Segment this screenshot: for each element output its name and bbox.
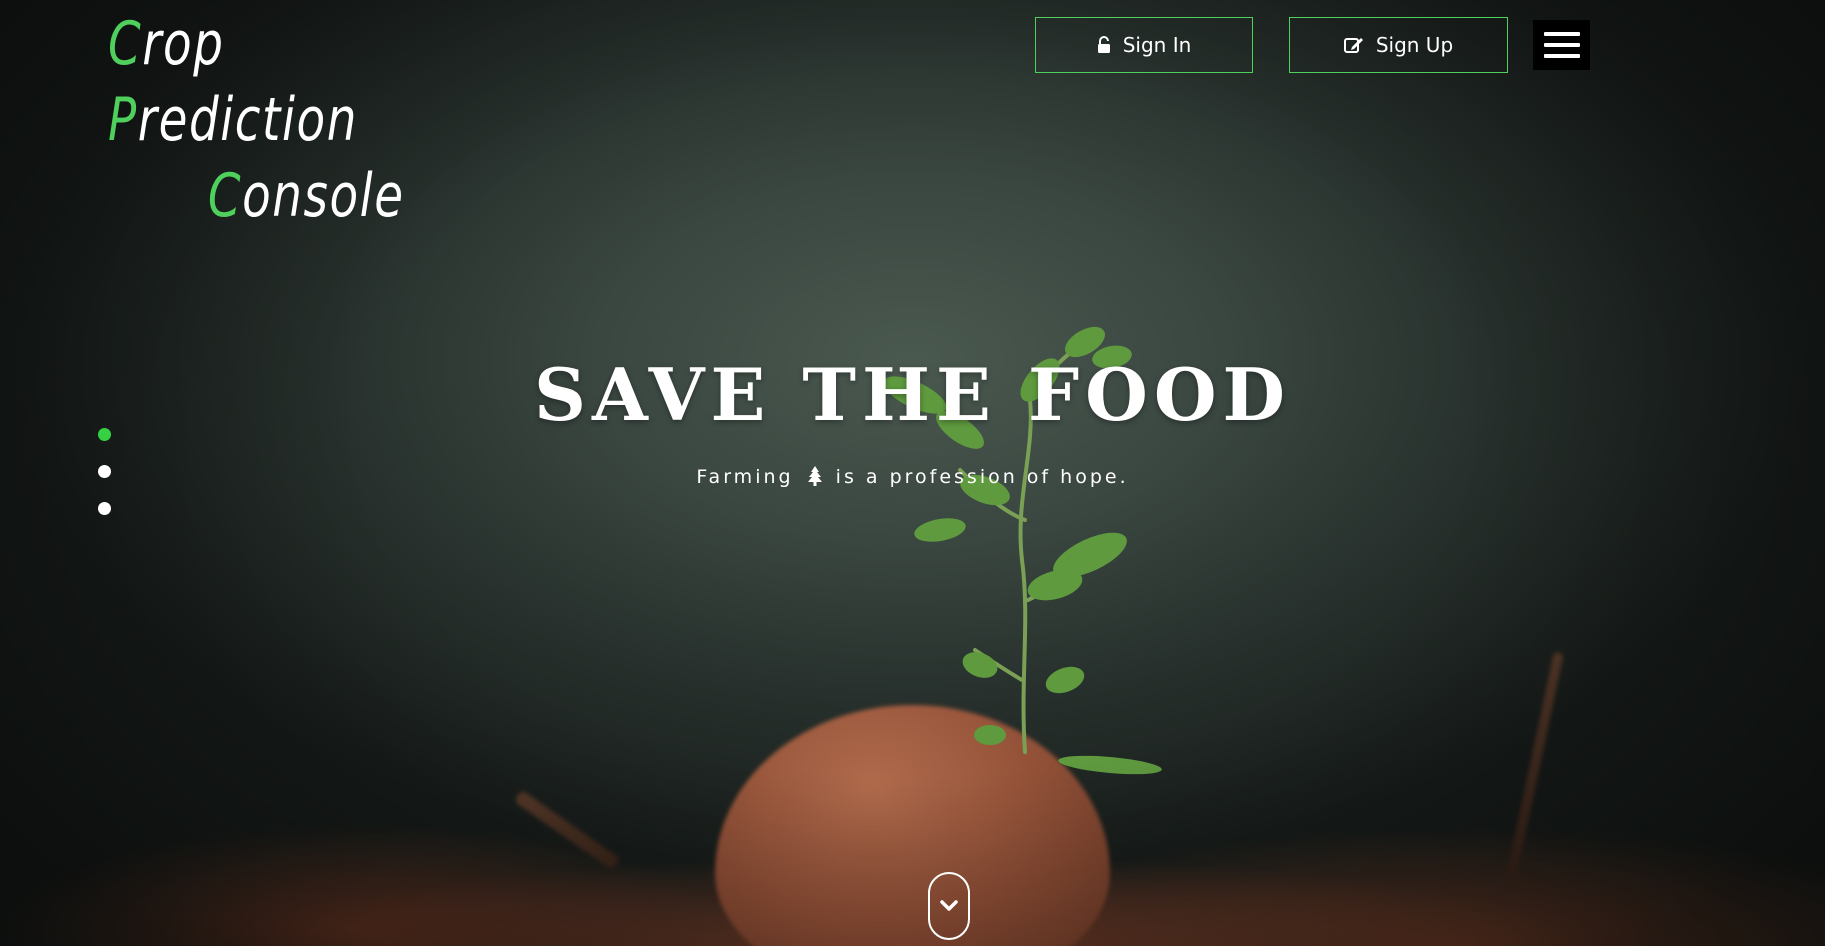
chevron-down-icon [940,897,958,916]
sign-in-label: Sign In [1122,33,1192,57]
unlock-icon [1097,36,1111,54]
tagline-text: Farming [696,466,794,488]
logo-initial: P [108,85,138,155]
sign-in-button[interactable]: Sign In [1035,17,1253,73]
tagline-text: is a profession of hope. [835,466,1129,488]
sign-up-label: Sign Up [1375,33,1454,57]
hero-headline: SAVE THE FOOD [534,352,1291,437]
hero-tagline: Farming is a profession of hope. [0,466,1825,491]
logo-initial: C [207,161,243,231]
edit-icon [1343,36,1364,54]
logo-line-2: Console [108,158,436,234]
site-logo[interactable]: Crop Prediction Console [108,6,436,234]
sign-up-button[interactable]: Sign Up [1289,17,1508,73]
hamburger-menu-icon [1543,32,1580,36]
logo-text: rop [142,9,225,79]
logo-initial: C [108,9,143,79]
hamburger-menu-button[interactable] [1533,20,1590,70]
logo-line-1: Crop Prediction [108,6,436,158]
logo-text: rediction [137,85,358,155]
tree-icon [807,466,823,491]
hamburger-menu-icon [1543,54,1580,58]
logo-text: onsole [242,161,405,231]
hamburger-menu-icon [1543,43,1580,47]
hero-section: Crop Prediction Console Sign In Sign Up [0,0,1825,946]
scroll-down-button[interactable] [928,872,970,940]
slider-dot-3[interactable] [98,502,111,515]
